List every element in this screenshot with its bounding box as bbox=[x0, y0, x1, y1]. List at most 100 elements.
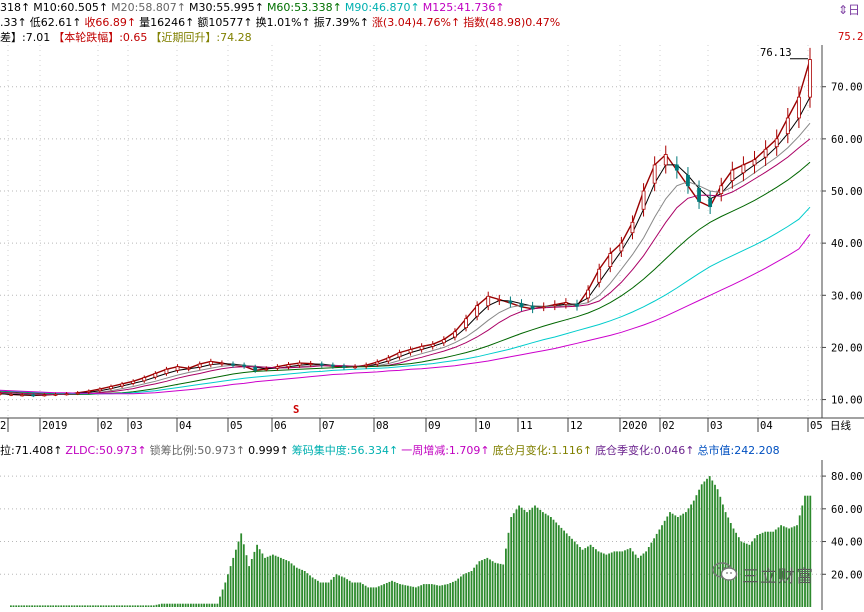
price-tick-label: 10.00 bbox=[831, 395, 863, 407]
chip-bar bbox=[462, 574, 465, 607]
chip-bar bbox=[65, 605, 68, 607]
sub-header-item: 底仓月变化:1.116↑ bbox=[492, 444, 593, 457]
chip-bar bbox=[47, 605, 49, 607]
chip-bar bbox=[68, 605, 70, 607]
stock-chart-window: { "header_line1": [ {"text": "318↑", "co… bbox=[0, 0, 864, 612]
chip-bar bbox=[197, 603, 200, 607]
chip-bar bbox=[460, 576, 462, 607]
chip-bar bbox=[343, 577, 346, 607]
chip-bar bbox=[685, 512, 687, 607]
chip-bar bbox=[473, 567, 475, 607]
chip-bar bbox=[396, 583, 399, 607]
chip-bar bbox=[592, 547, 595, 607]
chip-bar bbox=[86, 605, 89, 607]
chip-bar bbox=[354, 582, 356, 607]
sub-header-item: 底仓季变化:0.046↑ bbox=[595, 444, 695, 457]
chip-bar bbox=[489, 559, 491, 607]
candle-body bbox=[441, 339, 446, 344]
chip-bar bbox=[190, 603, 192, 607]
chip-bar bbox=[364, 585, 367, 607]
chip-bar bbox=[708, 476, 711, 607]
sub-header-item: 0.999↑ bbox=[248, 444, 289, 457]
chip-bar bbox=[632, 551, 634, 607]
candle-body bbox=[397, 352, 402, 358]
chip-bar bbox=[179, 603, 182, 607]
candle-body bbox=[153, 373, 158, 378]
chip-bar bbox=[348, 580, 351, 607]
time-tick-label: 08 bbox=[376, 420, 389, 432]
candle-body bbox=[64, 393, 69, 396]
candle-body bbox=[641, 190, 646, 210]
chip-bar bbox=[560, 527, 563, 607]
time-tick-label: 02 bbox=[662, 420, 675, 432]
chip-bar bbox=[441, 585, 444, 607]
chip-bar bbox=[100, 605, 102, 607]
time-tick-label: 2 bbox=[0, 420, 6, 432]
candle-body bbox=[308, 363, 313, 365]
chip-bar bbox=[505, 548, 507, 607]
chip-bar bbox=[470, 571, 473, 607]
chip-bar bbox=[158, 604, 160, 607]
candle-body bbox=[741, 164, 746, 174]
chip-bar bbox=[213, 603, 216, 607]
candle-body bbox=[785, 117, 790, 135]
chip-bar bbox=[253, 551, 256, 607]
chip-bar bbox=[449, 583, 452, 607]
price-tick-label: 70.00 bbox=[831, 82, 863, 94]
candle-body bbox=[42, 394, 47, 397]
chip-bar bbox=[478, 561, 481, 607]
series-line-price bbox=[0, 59, 811, 397]
chip-bar bbox=[624, 550, 626, 607]
chip-bar bbox=[399, 584, 401, 607]
chip-bar bbox=[338, 575, 340, 607]
chip-bar bbox=[407, 585, 409, 607]
chip-bar bbox=[412, 586, 415, 607]
candle-body bbox=[86, 390, 91, 393]
chip-bar bbox=[534, 505, 536, 607]
chip-bar bbox=[137, 605, 139, 607]
candle-body bbox=[131, 380, 136, 384]
chip-bar bbox=[123, 605, 126, 607]
chip-bar bbox=[94, 605, 97, 607]
chip-bar bbox=[277, 556, 280, 607]
chip-bar bbox=[245, 555, 248, 607]
chip-bar bbox=[523, 509, 526, 607]
chip-bar bbox=[420, 585, 423, 607]
chip-bar bbox=[475, 564, 478, 607]
chip-bar bbox=[232, 557, 235, 607]
candle-body bbox=[264, 368, 269, 371]
chip-bar bbox=[20, 605, 23, 607]
sub-header-item: 锁筹比例:50.973↑ bbox=[149, 444, 246, 457]
chip-bar bbox=[663, 520, 666, 607]
candle-body bbox=[597, 268, 602, 283]
chip-bar bbox=[655, 533, 658, 607]
chip-bar bbox=[515, 509, 518, 607]
chip-volume-chart: 20.0040.0060.0080.00 bbox=[0, 460, 863, 610]
chip-bar bbox=[28, 605, 31, 607]
chip-bar bbox=[425, 584, 428, 607]
chip-bar bbox=[430, 584, 433, 607]
chip-bar bbox=[677, 517, 679, 607]
chip-bar bbox=[674, 515, 677, 607]
wechat-icon bbox=[712, 562, 738, 581]
time-tick-label: 03 bbox=[130, 420, 143, 432]
candle-body bbox=[175, 366, 180, 371]
candle-body bbox=[652, 164, 657, 184]
candle-body bbox=[541, 306, 546, 309]
chip-bar bbox=[658, 529, 661, 607]
watermark-text: 三立财富 bbox=[742, 567, 814, 587]
chip-bar bbox=[49, 605, 52, 607]
chip-bar bbox=[235, 549, 237, 607]
chip-bar bbox=[248, 566, 250, 607]
chip-bar bbox=[605, 554, 608, 607]
chip-bar bbox=[266, 556, 269, 607]
candle-body bbox=[608, 253, 613, 268]
chip-bar bbox=[57, 605, 60, 607]
chip-bar bbox=[552, 519, 555, 607]
candle-body bbox=[519, 303, 524, 308]
chip-bar bbox=[62, 605, 65, 607]
candle-body bbox=[275, 366, 280, 369]
chip-bar bbox=[134, 605, 137, 607]
period-label[interactable]: 日线 bbox=[830, 419, 851, 432]
chip-bar bbox=[497, 563, 499, 607]
